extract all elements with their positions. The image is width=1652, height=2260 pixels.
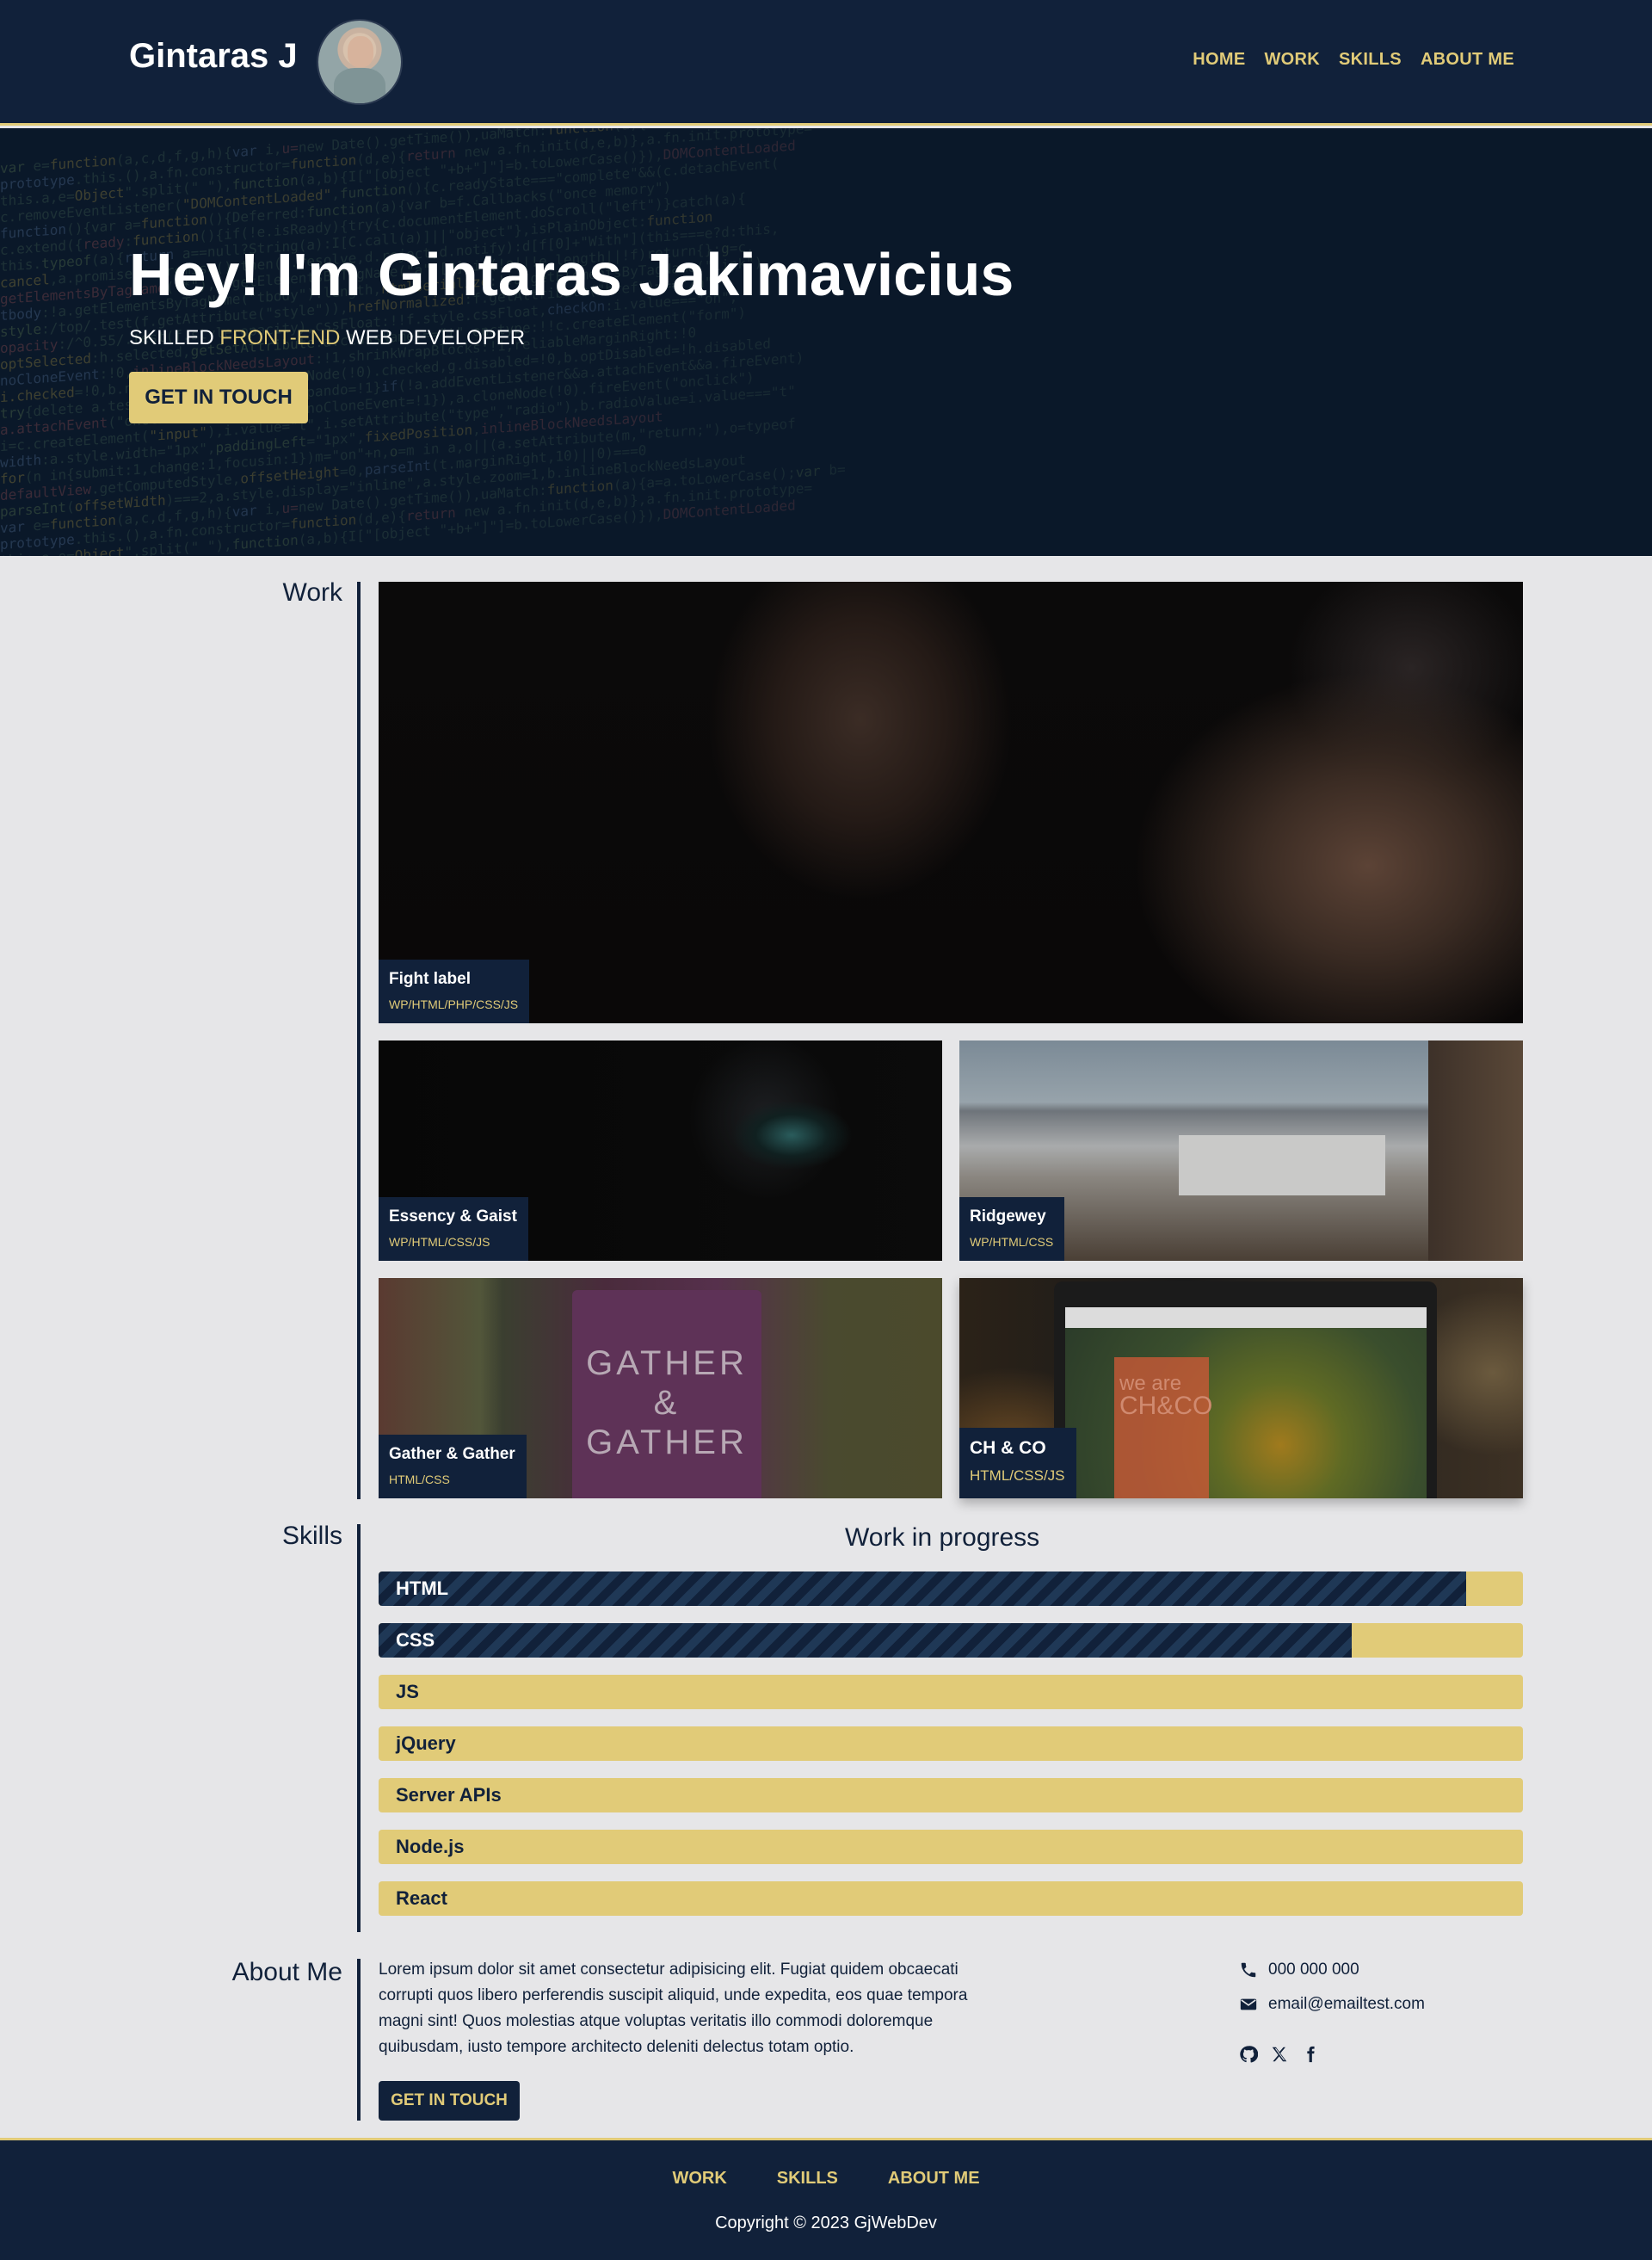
contact-phone[interactable]: 000 000 000 [1239,1961,1359,1979]
hero-get-in-touch-button[interactable]: GET IN TOUCH [129,372,308,423]
skill-label: HTML [396,1578,449,1599]
project-card-fight-label[interactable]: Fight label WP/HTML/PHP/CSS/JS [379,582,1523,1023]
hero-title: Hey! I'm Gintaras Jakimavicius [129,241,1014,308]
github-icon[interactable] [1239,2045,1258,2064]
nav-work-link[interactable]: WORK [1264,50,1320,70]
hero-subtitle: SKILLED FRONT-END WEB DEVELOPER [129,326,525,350]
about-section-label: About Me [231,1958,342,1986]
skills-heading: Work in progress [845,1523,1040,1552]
skill-label: Node.js [396,1836,465,1857]
brand-name[interactable]: Gintaras J [129,37,298,76]
skill-bar: CSS [379,1623,1523,1658]
nav-skills-link[interactable]: SKILLS [1339,50,1402,70]
project-stack: HTML/CSS/JS [970,1467,1065,1484]
project-card-gather-gather[interactable]: GATHER & GATHER Gather & Gather HTML/CSS [379,1278,942,1498]
skill-bar: jQuery [379,1726,1523,1761]
skill-bar-fill [379,1572,1466,1606]
gather-cup-text: GATHER & GATHER [572,1343,761,1462]
footer-nav: WORK SKILLS ABOUT ME [0,2169,1652,2189]
nav-about-link[interactable]: ABOUT ME [1421,50,1514,70]
social-links [1239,2045,1320,2064]
skills-section-label: Skills [281,1522,342,1550]
project-caption: Ridgewey WP/HTML/CSS [959,1197,1065,1261]
footer-skills-link[interactable]: SKILLS [777,2169,838,2189]
skill-bar: React [379,1881,1523,1916]
x-icon[interactable] [1270,2045,1289,2064]
project-title: Gather & Gather [389,1445,515,1463]
work-section-label: Work [282,578,342,607]
fight-label-image [379,582,1523,1023]
skill-label: JS [396,1681,419,1702]
skill-bar-fill [379,1623,1352,1658]
project-card-chco[interactable]: we are CH&CO CH & CO HTML/CSS/JS [959,1278,1523,1498]
skill-label: Server APIs [396,1784,502,1806]
skill-label: CSS [396,1629,435,1651]
skill-label: jQuery [396,1732,456,1754]
gather-cup-text-line1: GATHER [586,1344,748,1382]
skill-bar: JS [379,1675,1523,1709]
email-address: email@emailtest.com [1268,1995,1425,2013]
project-stack: WP/HTML/CSS [970,1235,1054,1249]
skills-divider [357,1524,361,1932]
project-stack: HTML/CSS [389,1473,450,1486]
hero-subtitle-accent: FRONT-END [219,326,341,349]
footer-work-link[interactable]: WORK [672,2169,726,2189]
phone-number: 000 000 000 [1268,1961,1359,1979]
main-nav: HOME WORK SKILLS ABOUT ME [1193,50,1514,70]
project-caption: Fight label WP/HTML/PHP/CSS/JS [379,960,530,1023]
about-divider [357,1959,361,2121]
project-title: CH & CO [970,1438,1046,1458]
project-title: Essency & Gaist [389,1207,517,1226]
work-divider [357,582,361,1499]
project-caption: Essency & Gaist WP/HTML/CSS/JS [379,1197,528,1261]
contact-email[interactable]: email@emailtest.com [1239,1995,1425,2014]
envelope-icon [1240,1998,1257,2010]
chco-screen-text: we are CH&CO [1119,1373,1213,1420]
site-header: Gintaras J HOME WORK SKILLS ABOUT ME [0,0,1652,126]
gather-cup-text-line2: GATHER [586,1423,748,1461]
about-text: Lorem ipsum dolor sit amet consectetur a… [379,1961,968,2056]
skill-bar: Server APIs [379,1778,1523,1812]
gather-cup-text-amp: & [653,1384,681,1422]
project-caption: CH & CO HTML/CSS/JS [959,1428,1076,1498]
copyright: Copyright © 2023 GjWebDev [715,2214,937,2232]
project-card-essency-gaist[interactable]: Essency & Gaist WP/HTML/CSS/JS [379,1040,942,1261]
project-stack: WP/HTML/CSS/JS [389,1235,490,1249]
hero-subtitle-prefix: SKILLED [129,326,220,349]
about-get-in-touch-button[interactable]: GET IN TOUCH [379,2081,520,2121]
nav-home-link[interactable]: HOME [1193,50,1245,70]
project-title: Ridgewey [970,1207,1046,1226]
skill-bar: HTML [379,1572,1523,1606]
skill-bar: Node.js [379,1830,1523,1864]
project-card-ridgewey[interactable]: Ridgewey WP/HTML/CSS [959,1040,1523,1261]
site-footer: WORK SKILLS ABOUT ME Copyright © 2023 Gj… [0,2138,1652,2260]
hero-section: var e=function(a,c,d,f,g,h){var i,u=new … [0,128,1652,556]
facebook-icon[interactable] [1301,2045,1320,2064]
project-stack: WP/HTML/PHP/CSS/JS [389,997,519,1011]
avatar [318,21,401,103]
footer-about-link[interactable]: ABOUT ME [888,2169,980,2189]
project-title: Fight label [389,970,471,988]
phone-icon [1241,1962,1256,1978]
skill-label: React [396,1887,447,1909]
project-caption: Gather & Gather HTML/CSS [379,1435,527,1498]
hero-subtitle-suffix: WEB DEVELOPER [340,326,526,349]
chco-screen-text-line2: CH&CO [1119,1392,1213,1420]
